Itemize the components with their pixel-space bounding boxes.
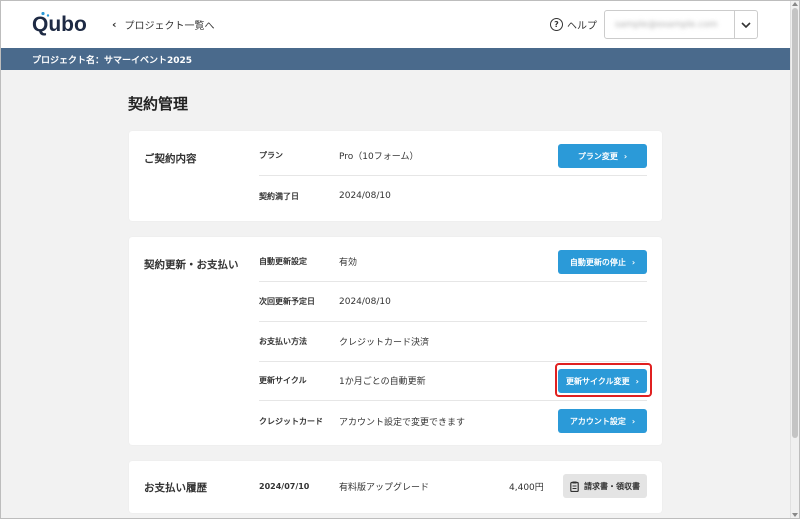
chevron-right-icon: › xyxy=(635,376,639,386)
clipboard-icon xyxy=(570,481,579,492)
plan-row: プラン Pro（10フォーム） プラン変更 › xyxy=(259,136,647,176)
help-icon: ? xyxy=(550,17,563,31)
contract-expiry-value: 2024/08/10 xyxy=(339,191,391,201)
chevron-right-icon: › xyxy=(623,151,628,161)
project-name-bar: プロジェクト名：サマーイベント2025 xyxy=(0,48,800,70)
qubo-logo[interactable]: Qubo xyxy=(32,12,94,36)
qubo-logo-mark: Qubo xyxy=(32,12,87,36)
account-dropdown[interactable]: sample@example.com xyxy=(604,10,758,39)
contract-expiry-label: 契約満了日 xyxy=(259,191,299,201)
help-link[interactable]: ? ヘルプ xyxy=(550,16,597,32)
back-link-label: プロジェクト一覧へ xyxy=(124,20,215,32)
change-plan-button-label: プラン変更 xyxy=(577,151,618,161)
scroll-thumb[interactable] xyxy=(792,8,798,438)
credit-card-label: クレジットカード xyxy=(259,416,323,426)
next-renewal-row: 次回更新予定日 2024/08/10 xyxy=(259,282,647,322)
chevron-right-icon: › xyxy=(631,257,636,267)
payment-history-card: お支払い履歴 2024/07/10 有料版アップグレード 4,400円 請求書・… xyxy=(129,461,662,513)
renewal-payment-card: 契約更新・お支払い 自動更新設定 有効 自動更新の停止 › 次回更新予定日 20… xyxy=(129,237,662,445)
chevron-down-icon[interactable] xyxy=(735,21,757,28)
renewal-card-title: 契約更新・お支払い xyxy=(144,259,239,271)
page-title: 契約管理 xyxy=(128,95,189,113)
chevron-right-icon: › xyxy=(631,416,636,426)
next-renewal-value: 2024/08/10 xyxy=(339,296,391,307)
plan-label: プラン xyxy=(259,151,283,160)
stop-auto-renew-button[interactable]: 自動更新の停止 › xyxy=(558,250,647,274)
history-date: 2024/07/10 xyxy=(259,481,310,491)
account-settings-button[interactable]: アカウント設定 › xyxy=(558,409,647,433)
stop-auto-renew-button-label: 自動更新の停止 xyxy=(569,257,626,267)
top-header: Qubo ‹ プロジェクト一覧へ ? ヘルプ sample@example.co… xyxy=(0,0,800,48)
back-to-projects-link[interactable]: ‹ プロジェクト一覧へ xyxy=(112,16,215,32)
credit-card-row: クレジットカード アカウント設定で変更できます アカウント設定 › xyxy=(259,401,647,441)
svg-text:Qubo: Qubo xyxy=(32,13,87,36)
scroll-down-arrow-icon[interactable] xyxy=(792,513,798,517)
contract-expiry-row: 契約満了日 2024/08/10 xyxy=(259,176,647,216)
account-settings-button-label: アカウント設定 xyxy=(569,416,626,426)
payment-method-label: お支払い方法 xyxy=(259,337,307,346)
history-amount: 4,400円 xyxy=(509,482,544,493)
change-renewal-cycle-button-label: 更新サイクル変更 xyxy=(566,376,630,386)
contract-card-title: ご契約内容 xyxy=(144,153,197,165)
help-label: ヘルプ xyxy=(567,20,597,32)
payment-method-row: お支払い方法 クレジットカード決済 xyxy=(259,322,647,362)
auto-renew-label: 自動更新設定 xyxy=(259,257,307,266)
account-email: sample@example.com xyxy=(615,19,718,30)
auto-renew-row: 自動更新設定 有効 自動更新の停止 › xyxy=(259,242,647,282)
history-card-title: お支払い履歴 xyxy=(144,482,207,494)
payment-method-value: クレジットカード決済 xyxy=(339,338,430,348)
invoice-receipt-button[interactable]: 請求書・領収書 xyxy=(563,474,647,498)
next-renewal-label: 次回更新予定日 xyxy=(259,297,315,306)
contract-card: ご契約内容 プラン Pro（10フォーム） プラン変更 › 契約満了日 2024… xyxy=(129,131,662,221)
change-plan-button[interactable]: プラン変更 › xyxy=(558,144,647,168)
renewal-cycle-row: 更新サイクル 1か月ごとの自動更新 更新サイクル変更 › xyxy=(259,361,647,401)
renewal-cycle-label: 更新サイクル xyxy=(259,376,307,385)
vertical-scrollbar[interactable] xyxy=(790,0,799,519)
scroll-up-arrow-icon[interactable] xyxy=(792,2,798,6)
invoice-receipt-button-label: 請求書・領収書 xyxy=(584,481,640,491)
change-renewal-cycle-button[interactable]: 更新サイクル変更 › xyxy=(558,369,647,393)
chevron-left-icon: ‹ xyxy=(112,17,117,31)
history-row: 2024/07/10 有料版アップグレード 4,400円 請求書・領収書 xyxy=(259,466,647,506)
